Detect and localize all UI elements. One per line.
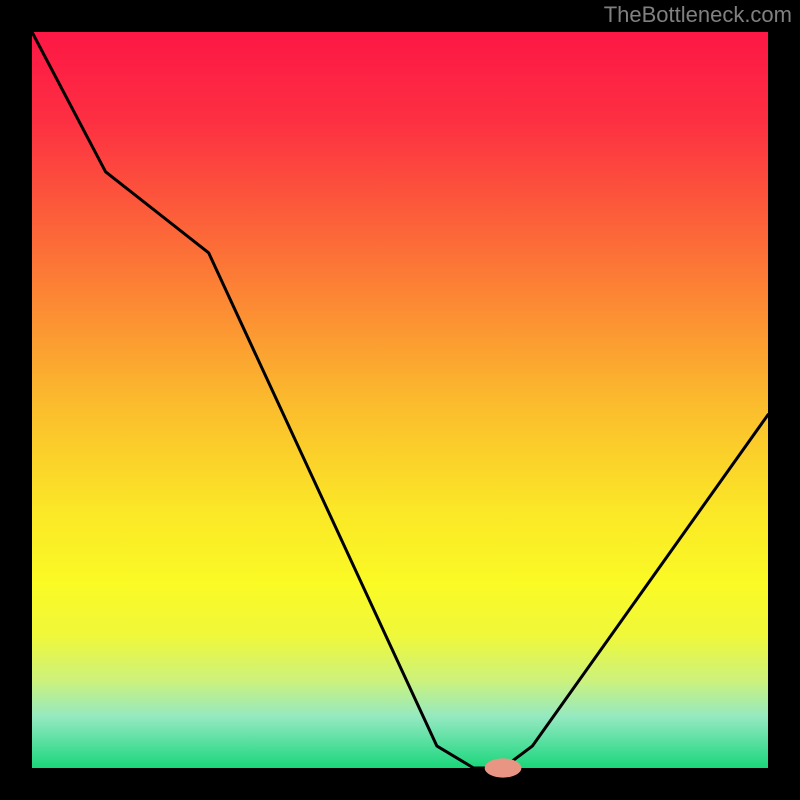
chart-container: TheBottleneck.com	[0, 0, 800, 800]
watermark-text: TheBottleneck.com	[604, 2, 792, 28]
optimal-point-marker	[485, 758, 522, 777]
chart-plot-area	[32, 32, 768, 768]
bottleneck-chart	[0, 0, 800, 800]
